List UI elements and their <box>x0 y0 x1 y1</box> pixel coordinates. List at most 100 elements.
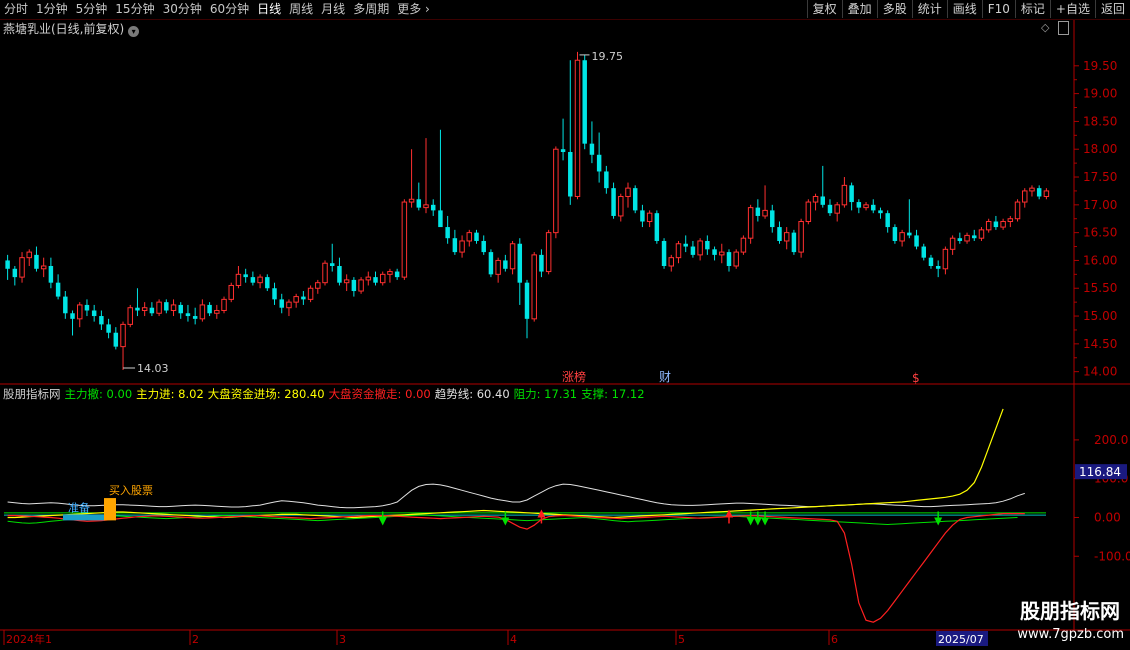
candle-body <box>640 210 645 222</box>
candle-body <box>914 235 919 247</box>
candle-body <box>582 60 587 144</box>
candle-body <box>495 259 501 275</box>
candle-body <box>106 324 111 333</box>
period-tab-1[interactable]: 1分钟 <box>32 0 72 19</box>
candle-body <box>430 204 436 211</box>
candle-body <box>985 221 992 231</box>
candle-body <box>379 273 386 284</box>
kline-chart[interactable]: 19.50 19.00 18.50 18.00 17.50 17.00 16.50 16.00… <box>0 0 1130 650</box>
candle-body <box>214 309 220 314</box>
candle-body <box>921 246 926 258</box>
action-buttons: 复权 叠加 多股 统计 画线 F10 标记 +自选 返回 <box>806 0 1130 19</box>
price-tick-label-2: 18.50 <box>1083 114 1117 128</box>
candle-body <box>445 227 450 239</box>
current-value-label: 116.84 <box>1079 465 1121 479</box>
candle-body <box>762 209 768 217</box>
candle-body <box>856 202 862 208</box>
toolbar-button-5[interactable]: F10 <box>981 0 1015 18</box>
period-tab-9[interactable]: 多周期 <box>349 0 393 19</box>
outflow-line <box>7 514 1018 526</box>
candle-body <box>40 265 47 270</box>
period-tab-8[interactable]: 月线 <box>317 0 349 19</box>
event-marker-box <box>560 370 588 384</box>
candle-body <box>604 171 609 189</box>
candle-body <box>12 268 18 278</box>
candle-body <box>1029 187 1035 192</box>
watermark-title: 股朋指标网 <box>1020 599 1120 623</box>
diamond-icon[interactable]: ◇ <box>1041 21 1049 34</box>
candle-body <box>791 232 797 253</box>
event-marker-finance: 财 <box>659 370 671 384</box>
toolbar-button-1[interactable]: 叠加 <box>841 0 877 18</box>
indicator-value-2: 大盘资金进场: 280.40 <box>207 387 325 401</box>
toolbar-button-4[interactable]: 画线 <box>946 0 982 18</box>
down-arrow-icon <box>753 517 762 526</box>
down-arrow-icon <box>934 517 943 526</box>
indicator-value-4: 趋势线: 60.40 <box>434 387 510 401</box>
candle-body <box>568 152 573 197</box>
candle-body <box>560 149 566 152</box>
period-tab-7[interactable]: 周线 <box>285 0 317 19</box>
period-tab-5[interactable]: 60分钟 <box>206 0 253 19</box>
candle-body <box>1007 218 1014 223</box>
chevron-down-icon[interactable]: ▾ <box>128 26 140 37</box>
toolbar-button-8[interactable]: 返回 <box>1094 0 1130 18</box>
low-label: 14.03 <box>137 362 169 375</box>
ind-tick-label-1: 100.0 <box>1094 472 1128 486</box>
current-value-box <box>1075 464 1127 480</box>
candle-body <box>207 304 212 314</box>
candle-body <box>646 212 653 223</box>
candle-body <box>452 238 458 253</box>
candle-body <box>170 304 177 311</box>
period-tab-3[interactable]: 15分钟 <box>111 0 158 19</box>
candle-body <box>279 299 284 308</box>
down-arrow-icon <box>378 517 387 526</box>
ind-tick-label-3: -100.0 <box>1094 549 1130 563</box>
candle-body <box>55 282 61 297</box>
price-tick-label-6: 16.50 <box>1083 226 1117 240</box>
candle-body <box>1022 190 1028 203</box>
candle-body <box>834 204 840 214</box>
candle-body <box>654 213 660 241</box>
candle-body <box>712 249 717 255</box>
candle-body <box>257 276 263 284</box>
candle-body <box>438 210 443 228</box>
scroll-handle-icon[interactable] <box>1058 21 1069 35</box>
prepare-block <box>63 514 105 521</box>
price-tick-label-4: 17.50 <box>1083 170 1117 184</box>
candle-body <box>337 266 342 283</box>
candle-body <box>63 296 68 314</box>
candle-body <box>1000 221 1006 228</box>
toolbar-button-2[interactable]: 多股 <box>876 0 912 18</box>
toolbar-button-7[interactable]: +自选 <box>1049 0 1095 18</box>
period-tab-2[interactable]: 5分钟 <box>72 0 112 19</box>
toolbar-button-3[interactable]: 统计 <box>911 0 947 18</box>
candle-body <box>675 243 682 259</box>
candlestick-series <box>5 51 1050 370</box>
candle-body <box>127 307 133 325</box>
candle-body <box>343 279 350 284</box>
candle-body <box>668 257 675 267</box>
candle-body <box>243 274 248 278</box>
candle-body <box>459 240 465 253</box>
inflow-line <box>7 408 1004 519</box>
candle-body <box>697 240 703 256</box>
candle-body <box>91 310 97 317</box>
candle-body <box>351 279 357 292</box>
period-tab-6[interactable]: 日线 <box>253 0 285 19</box>
candle-body <box>632 188 638 211</box>
toolbar-button-0[interactable]: 复权 <box>806 0 842 18</box>
toolbar-button-6[interactable]: 标记 <box>1014 0 1050 18</box>
period-tab-10[interactable]: 更多 › <box>393 0 434 19</box>
candle-body <box>185 313 191 317</box>
candle-body <box>517 243 523 283</box>
indicator-name[interactable]: 股朋指标网 <box>3 387 61 401</box>
period-tab-0[interactable]: 分时 <box>0 0 32 19</box>
period-tab-4[interactable]: 30分钟 <box>159 0 206 19</box>
candle-body <box>199 304 206 320</box>
candle-body <box>849 185 854 203</box>
down-arrow-icon <box>746 517 755 526</box>
candle-body <box>747 207 754 239</box>
candle-body <box>481 240 486 253</box>
candle-body <box>408 198 415 203</box>
